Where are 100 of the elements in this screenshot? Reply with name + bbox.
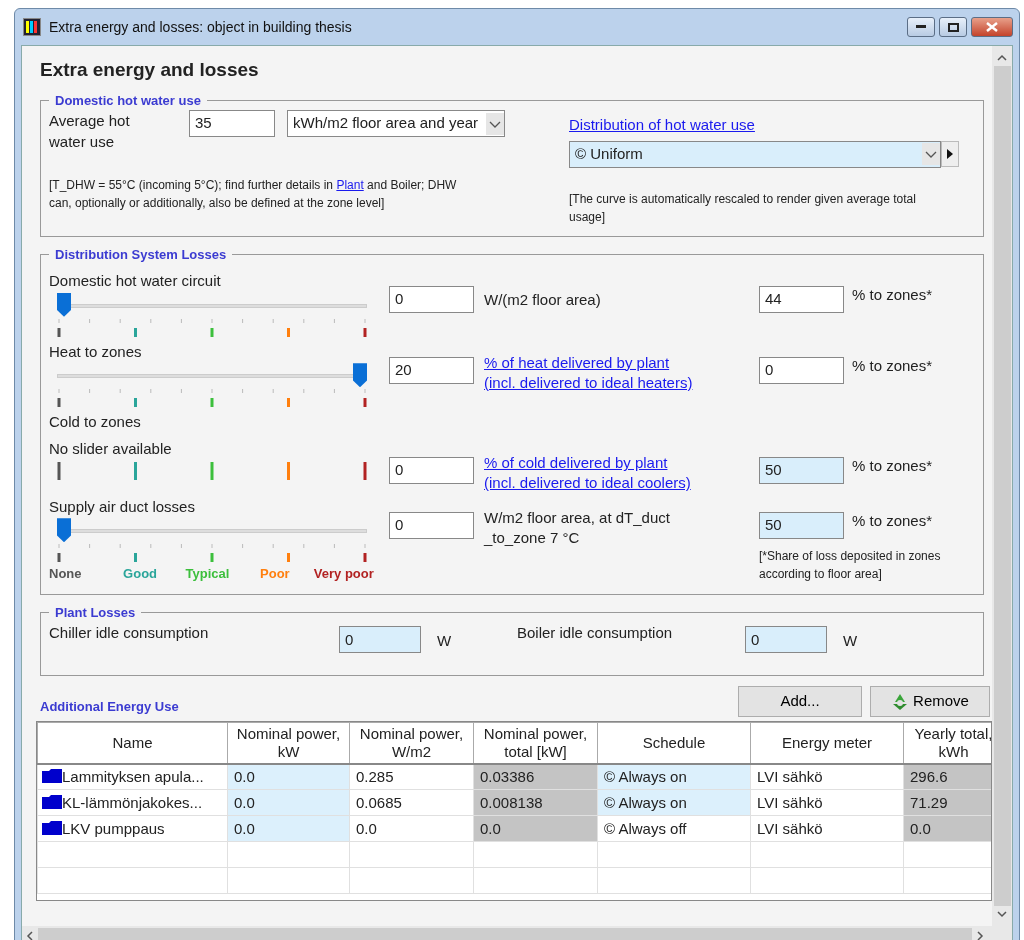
folder-icon [42,768,62,783]
table-cell: LVI sähkö [750,763,904,790]
table-cell: 0.03386 [473,763,598,790]
field-label: Boiler idle consumption [517,623,674,644]
row-name: KL-lämmönjakokes... [62,793,203,811]
slider-label: Domestic hot water circuit [49,271,222,292]
dropdown-value: © Uniform [575,143,643,164]
section-title: Plant Losses [54,604,137,621]
column-header[interactable]: Nominal power, kW [227,722,350,764]
dropdown-value: kWh/m2 floor area and year [293,113,479,134]
slider-note: No slider available [49,438,173,459]
input-field[interactable]: 0 [759,356,844,384]
input-field[interactable]: 44 [759,286,844,314]
distribution-dropdown[interactable]: © Uniform [569,140,941,168]
close-button[interactable] [971,17,1013,37]
section-title: Additional Energy Use [40,698,179,717]
row-name: Lammityksen apula... [62,767,204,785]
field-label: Chiller idle consumption [49,623,210,644]
unit-label: W [437,631,453,652]
section-title: Domestic hot water use [54,92,202,109]
field-label: Average hot water use [49,111,131,153]
unit-label: % to zones* [852,456,933,477]
unit-link[interactable]: % of cold delivered by plant (incl. delivered to ideal coolers) [484,453,749,494]
slider-label: Heat to zones [49,341,143,362]
row-name: LKV pumppaus [62,819,165,837]
section-title: Distribution System Losses [54,246,228,263]
input-field[interactable]: 0 [389,511,474,539]
slider-label: Supply air duct losses [49,496,196,517]
slider-thumb[interactable] [353,363,367,388]
unit-label: % to zones* [852,355,933,376]
table-cell: 0.008138 [473,789,598,816]
input-field[interactable]: 0 [389,457,474,485]
unit-label: W [843,631,858,652]
input-field[interactable]: 0 [339,626,421,654]
maximize-button[interactable] [939,17,967,37]
table-cell: 0.285 [349,763,474,790]
table-cell: 0.0 [227,789,350,816]
unit-dropdown[interactable]: kWh/m2 floor area and year [287,110,506,138]
scale-label: Very poor [312,565,375,584]
horizontal-scrollbar[interactable] [22,926,1012,940]
maximize-icon [947,22,959,32]
scroll-left-icon[interactable] [26,931,34,940]
chevron-down-icon [922,143,940,166]
column-header[interactable]: Energy meter [750,722,904,764]
column-header[interactable]: Nominal power, W/m2 [349,722,474,764]
table-cell: 0.0 [903,815,991,842]
unit-label: W/(m2 floor area) [484,290,602,311]
footnote-text: [*Share of loss deposited in zones according to floor area] [759,547,942,583]
table-cell: LVI sähkö [750,789,904,816]
table-cell: © Always off [597,815,751,842]
input-field[interactable]: 50 [759,457,844,485]
minimize-icon [916,25,926,29]
table-cell: 0.0 [349,815,474,842]
distribution-link[interactable]: Distribution of hot water use [569,114,755,137]
slider-label: Cold to zones [49,412,142,433]
scroll-right-icon[interactable] [976,931,984,940]
scale-label: Poor [259,565,291,584]
scale-label: Good [122,565,159,584]
column-header[interactable]: Name [37,722,228,764]
unit-label: % to zones* [852,285,933,306]
column-header[interactable]: Nominal power, total [kW] [473,722,598,764]
app-icon [23,18,41,36]
window-title: Extra energy and losses: object in building thesis [49,17,353,37]
chevron-down-icon [486,112,505,135]
minimize-button[interactable] [907,17,935,37]
plant-link[interactable]: Plant [336,178,364,193]
column-header[interactable]: Yearly total, kWh [903,722,991,764]
scroll-up-icon[interactable] [997,54,1007,62]
note-text: [T_DHW = 55°C (incoming 5°C); find further details in Plant and Boiler; DHW can, optionally or additionally, also be defined at the zone level] [49,177,458,213]
remove-button[interactable]: Remove [870,686,990,717]
slider-thumb[interactable] [57,292,71,317]
close-icon [986,22,998,32]
vertical-scrollbar[interactable] [992,46,1012,926]
scale-label: Typical [184,565,231,584]
table-cell: 0.0 [473,815,598,842]
table-cell: 71.29 [903,789,991,816]
folder-icon [42,794,62,809]
table-cell: © Always on [597,763,751,790]
unit-label: W/m2 floor area, at dT_duct _to_zone 7 °C [484,507,671,548]
play-icon[interactable] [941,141,959,168]
page-heading: Extra energy and losses [40,58,260,82]
note-text: [The curve is automatically rescaled to render given average total usage] [569,190,917,226]
column-header[interactable]: Schedule [597,722,751,764]
unit-label: % to zones* [852,510,933,531]
table-cell: 0.0 [227,763,350,790]
input-field[interactable]: 35 [189,110,275,138]
table-cell: 0.0685 [349,789,474,816]
unit-link[interactable]: % of heat delivered by plant (incl. delivered to ideal heaters) [484,352,749,394]
scale-label: None [49,565,83,584]
input-field[interactable]: 0 [389,286,474,314]
table-cell: © Always on [597,789,751,816]
add-button[interactable]: Add... [738,686,862,717]
table-cell: 0.0 [227,815,350,842]
slider-thumb[interactable] [57,518,71,543]
scroll-down-icon[interactable] [997,910,1007,918]
input-field[interactable]: 50 [759,511,844,539]
table-cell: 296.6 [903,763,991,790]
input-field[interactable]: 0 [745,626,827,654]
folder-icon [42,820,62,835]
input-field[interactable]: 20 [389,356,474,384]
